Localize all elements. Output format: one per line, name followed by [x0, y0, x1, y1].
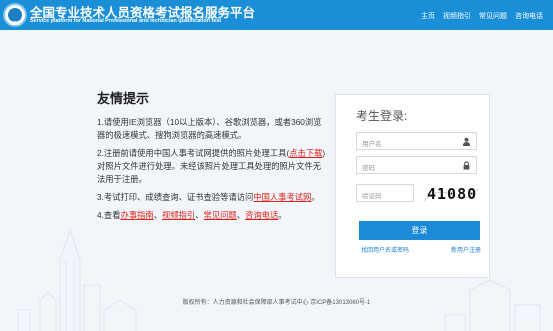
notice-item-2: 2.注册前请使用中国人事考试网提供的照片处理工具(点击下载)对照片文件进行处理。…: [97, 147, 327, 186]
nav-home[interactable]: 主页: [421, 11, 435, 21]
notice-item-4-sep-2: 、: [195, 210, 204, 220]
notice-item-4-text-b: 。: [278, 210, 287, 220]
captcha-text: 41080: [427, 185, 477, 203]
faq-link[interactable]: 常见问题: [204, 210, 237, 220]
username-field: [356, 132, 477, 153]
nav-video-guide[interactable]: 视频指引: [443, 11, 471, 21]
password-field: [356, 156, 477, 177]
notice-item-4-text-a: 4.查看: [97, 210, 121, 220]
notice-panel: 友情提示 1.请使用IE浏览器（10以上版本）、谷歌浏览器，或者360浏览器的极…: [97, 88, 327, 227]
logo-text: CTA: [10, 21, 20, 27]
notice-title: 友情提示: [97, 91, 150, 106]
notice-item-3-text-a: 3.考试打印、成绩查询、证书查验等请访问: [97, 192, 254, 202]
cpta-website-link[interactable]: 中国人事考试网: [253, 192, 311, 202]
nav-faq[interactable]: 常见问题: [479, 11, 507, 21]
forgot-credentials-link[interactable]: 找回用户名或密码: [361, 245, 409, 254]
notice-item-4-sep-1: 、: [153, 210, 163, 220]
guide-link[interactable]: 办事指南: [121, 210, 154, 220]
notice-item-2-text-a: 2.注册前请使用中国人事考试网提供的照片处理工具(: [97, 148, 290, 158]
captcha-input[interactable]: [357, 188, 411, 205]
photo-tool-download-link[interactable]: 点击下载: [289, 148, 322, 158]
login-links: 找回用户名或密码 新用户注册: [361, 245, 481, 254]
top-nav: 主页 视频指引 常见问题 咨询电话: [421, 11, 543, 21]
login-button[interactable]: 登录: [359, 221, 480, 240]
video-guide-link[interactable]: 视频指引: [162, 210, 195, 220]
notice-item-3: 3.考试打印、成绩查询、证书查验等请访问中国人事考试网。: [97, 191, 327, 204]
lock-icon: [463, 161, 470, 170]
login-panel: 考生登录: 41080 登录 找回用户名或密码 新用户注册: [335, 94, 490, 278]
footer-copyright: 版权所有：人力资源和社会保障部人事考试中心 京ICP备13013060号-1: [182, 300, 371, 306]
logo-emblem-icon: [8, 8, 22, 22]
notice-item-4-sep-3: 、: [236, 210, 246, 220]
site-header: CTA 全国专业技术人员资格考试报名服务平台 Service platform …: [0, 0, 553, 30]
nav-hotline[interactable]: 咨询电话: [515, 11, 543, 21]
user-icon: [462, 137, 471, 146]
captcha-field: [356, 184, 414, 205]
notice-item-4: 4.查看办事指南、视频指引、常见问题、咨询电话。: [97, 209, 327, 222]
captcha-image[interactable]: 41080: [422, 183, 480, 205]
login-title: 考生登录:: [356, 109, 408, 123]
site-subtitle: Service platform for National Profession…: [30, 18, 222, 24]
notice-item-1-text: 1.请使用IE浏览器（10以上版本）、谷歌浏览器，或者360浏览器的极速模式、搜…: [97, 117, 322, 140]
username-input[interactable]: [357, 136, 457, 153]
notice-item-1: 1.请使用IE浏览器（10以上版本）、谷歌浏览器，或者360浏览器的极速模式、搜…: [97, 116, 327, 142]
notice-item-3-text-b: 。: [311, 192, 320, 202]
hotline-link[interactable]: 咨询电话: [245, 210, 278, 220]
site-logo[interactable]: CTA: [3, 3, 27, 27]
password-input[interactable]: [357, 160, 457, 177]
register-link[interactable]: 新用户注册: [451, 245, 481, 254]
